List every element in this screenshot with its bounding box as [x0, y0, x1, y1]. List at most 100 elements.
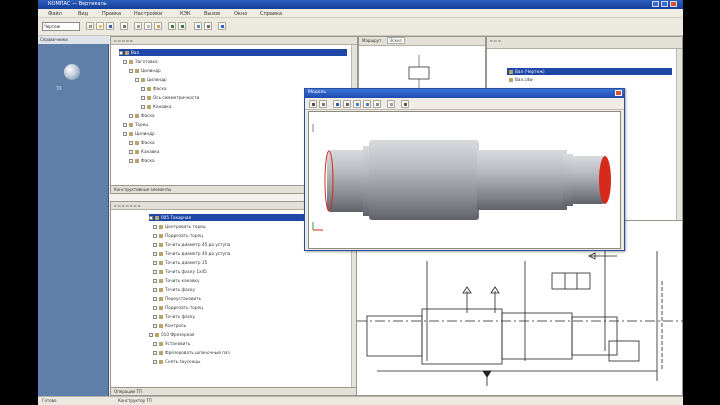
- operations-tree-item[interactable]: Фрезеровать шпоночный паз: [153, 349, 347, 356]
- operations-tree-footer[interactable]: Операции ТП: [110, 387, 358, 396]
- print-icon[interactable]: [120, 22, 128, 30]
- zoom-out-icon[interactable]: [363, 100, 371, 108]
- expand-icon[interactable]: [153, 242, 157, 247]
- structure-tree-node-icon: [135, 113, 139, 118]
- expand-icon[interactable]: [153, 350, 157, 355]
- operations-tree-item[interactable]: Точить диаметр 40 до уступа: [153, 250, 347, 257]
- expand-icon[interactable]: [153, 278, 157, 283]
- expand-icon[interactable]: [153, 296, 157, 301]
- expand-icon[interactable]: [153, 260, 157, 265]
- zoom-icon[interactable]: [194, 22, 202, 30]
- menu-item-window[interactable]: Окно: [234, 11, 247, 17]
- operations-tree-node-icon: [159, 242, 163, 247]
- operations-tree-item[interactable]: Переустановить: [153, 295, 347, 302]
- structure-tree-item[interactable]: Заготовка: [123, 58, 347, 65]
- zoom-in-icon[interactable]: [353, 100, 361, 108]
- help-icon[interactable]: [218, 22, 226, 30]
- expand-icon[interactable]: [149, 215, 153, 220]
- rotate-icon[interactable]: [204, 22, 212, 30]
- expand-icon[interactable]: [153, 341, 157, 346]
- expand-icon[interactable]: [123, 131, 127, 136]
- operations-tree-item[interactable]: Точить фаску: [153, 286, 347, 293]
- expand-icon[interactable]: [153, 359, 157, 364]
- structure-tree-item[interactable]: Вал: [119, 49, 347, 56]
- close-button[interactable]: [670, 1, 677, 7]
- operations-tree-item[interactable]: Точить фаску: [153, 313, 347, 320]
- expand-icon[interactable]: [153, 305, 157, 310]
- paste-icon[interactable]: [154, 22, 162, 30]
- fit-icon[interactable]: [373, 100, 381, 108]
- operations-tree-item-label: Центровать торец: [165, 224, 206, 229]
- menu-item-call[interactable]: Вызов: [204, 11, 220, 17]
- left-navigation-bar: Справочники ТП: [38, 36, 109, 396]
- expand-icon[interactable]: [129, 158, 133, 163]
- copy-icon[interactable]: [144, 22, 152, 30]
- operations-tree-node-icon: [159, 269, 163, 274]
- expand-icon[interactable]: [141, 95, 145, 100]
- pointer-icon[interactable]: [319, 100, 327, 108]
- undo-icon[interactable]: [168, 22, 176, 30]
- operations-tree-item[interactable]: Точить диаметр 35: [153, 259, 347, 266]
- open-icon[interactable]: [96, 22, 104, 30]
- expand-icon[interactable]: [149, 332, 153, 337]
- operations-tree-item[interactable]: Точить фаску 1х45: [153, 268, 347, 275]
- operations-tree-item-label: Фрезеровать шпоночный паз: [165, 350, 230, 355]
- expand-icon[interactable]: [153, 323, 157, 328]
- documents-tree-item[interactable]: Вал (Чертеж): [507, 68, 672, 75]
- structure-tree-item[interactable]: Цилиндр: [129, 67, 347, 74]
- operations-tree-item[interactable]: Установить: [153, 340, 347, 347]
- shading-icon[interactable]: [387, 100, 395, 108]
- expand-icon[interactable]: [153, 269, 157, 274]
- expand-icon[interactable]: [129, 113, 133, 118]
- menu-item-view[interactable]: Вид: [78, 11, 88, 17]
- rotate-view-icon[interactable]: [333, 100, 341, 108]
- left-panel-header: Справочники: [38, 36, 109, 44]
- model-viewport[interactable]: [308, 111, 621, 249]
- menu-item-settings[interactable]: Настройки: [134, 11, 162, 17]
- tab-sketch[interactable]: Эскиз: [386, 37, 405, 44]
- menu-item-help[interactable]: Справка: [260, 11, 282, 17]
- menu-item-kek[interactable]: КЭК: [180, 11, 191, 17]
- operations-tree-item[interactable]: Точить канавку: [153, 277, 347, 284]
- operations-toolbar-icons: ▫ ▫ ▫ ▫ ▫ ▫ ▫: [114, 203, 141, 208]
- expand-icon[interactable]: [123, 59, 127, 64]
- expand-icon[interactable]: [153, 251, 157, 256]
- select-icon[interactable]: [309, 100, 317, 108]
- menu-item-file[interactable]: Файл: [48, 11, 62, 17]
- structure-tree-header: ▫ ▫ ▫ ▫ ▫: [111, 37, 357, 45]
- expand-icon[interactable]: [135, 77, 139, 82]
- globe-icon[interactable]: [64, 64, 80, 80]
- operations-tree-item[interactable]: Контроль: [153, 322, 347, 329]
- close-icon[interactable]: [615, 90, 622, 96]
- documents-tree-item[interactable]: Вал.cdw: [507, 76, 672, 83]
- documents-tree-scrollbar[interactable]: [676, 49, 682, 220]
- save-icon[interactable]: [106, 22, 114, 30]
- expand-icon[interactable]: [129, 149, 133, 154]
- expand-icon[interactable]: [153, 287, 157, 292]
- expand-icon[interactable]: [141, 104, 145, 109]
- operations-tree-item[interactable]: Снять заусенцы: [153, 358, 347, 365]
- redo-icon[interactable]: [178, 22, 186, 30]
- expand-icon[interactable]: [153, 224, 157, 229]
- document-type-select[interactable]: Чертеж: [42, 22, 80, 31]
- operations-tree-item[interactable]: Подрезать торец: [153, 304, 347, 311]
- tab-route[interactable]: Маршрут: [362, 38, 381, 43]
- expand-icon[interactable]: [153, 233, 157, 238]
- structure-tree-node-icon: [129, 122, 133, 127]
- structure-tree-item[interactable]: Цилиндр: [135, 76, 347, 83]
- cut-icon[interactable]: [134, 22, 142, 30]
- new-icon[interactable]: [86, 22, 94, 30]
- menu-item-edit[interactable]: Правка: [102, 11, 121, 17]
- expand-icon[interactable]: [119, 50, 123, 55]
- expand-icon[interactable]: [129, 140, 133, 145]
- left-letterbox: [0, 0, 38, 405]
- expand-icon[interactable]: [141, 86, 145, 91]
- expand-icon[interactable]: [153, 314, 157, 319]
- minimize-button[interactable]: [652, 1, 659, 7]
- pan-icon[interactable]: [343, 100, 351, 108]
- expand-icon[interactable]: [129, 68, 133, 73]
- maximize-button[interactable]: [661, 1, 668, 7]
- operations-tree-item[interactable]: 010 Фрезерная: [149, 331, 347, 338]
- expand-icon[interactable]: [123, 122, 127, 127]
- settings-icon[interactable]: [401, 100, 409, 108]
